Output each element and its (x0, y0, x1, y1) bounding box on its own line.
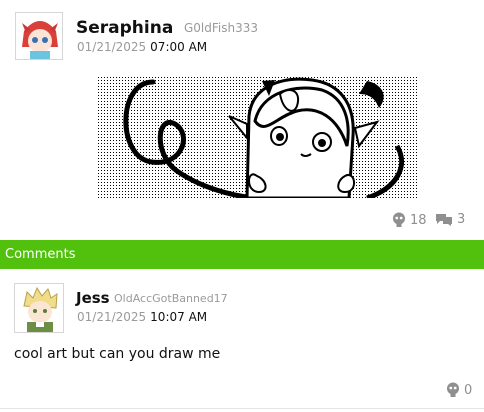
comment-divider (0, 408, 484, 409)
post-like-button[interactable]: 18 (392, 212, 427, 228)
comment-time: 10:07 AM (150, 310, 208, 324)
post-reply-count: 3 (457, 212, 466, 227)
post-author-name[interactable]: Seraphina (76, 18, 173, 38)
comment-author-avatar[interactable] (14, 283, 64, 333)
comment-like-button[interactable]: 0 (446, 382, 472, 398)
post-reply-button[interactable]: 3 (435, 212, 465, 227)
post-like-count: 18 (410, 212, 427, 228)
post-time: 07:00 AM (150, 40, 208, 54)
comment-author-handle[interactable]: OldAccGotBanned17 (114, 292, 228, 305)
post-author-handle[interactable]: G0ldFish333 (184, 21, 258, 35)
comment-body: cool art but can you draw me (14, 346, 221, 362)
post-date: 01/21/2025 (77, 40, 147, 54)
comment-date: 01/21/2025 (77, 310, 147, 324)
speech-bubbles-icon (436, 214, 452, 226)
post-author-avatar[interactable] (15, 12, 63, 60)
post-timestamp: 01/21/2025 07:00 AM (77, 40, 207, 54)
comments-header: Comments (0, 240, 484, 269)
comment-author-name[interactable]: Jess (76, 289, 110, 307)
smiley-head-icon (447, 382, 459, 397)
post-artwork-image[interactable] (97, 76, 417, 201)
smiley-head-icon (393, 212, 405, 227)
comment-like-count: 0 (464, 382, 473, 398)
comment-timestamp: 01/21/2025 10:07 AM (77, 310, 207, 324)
